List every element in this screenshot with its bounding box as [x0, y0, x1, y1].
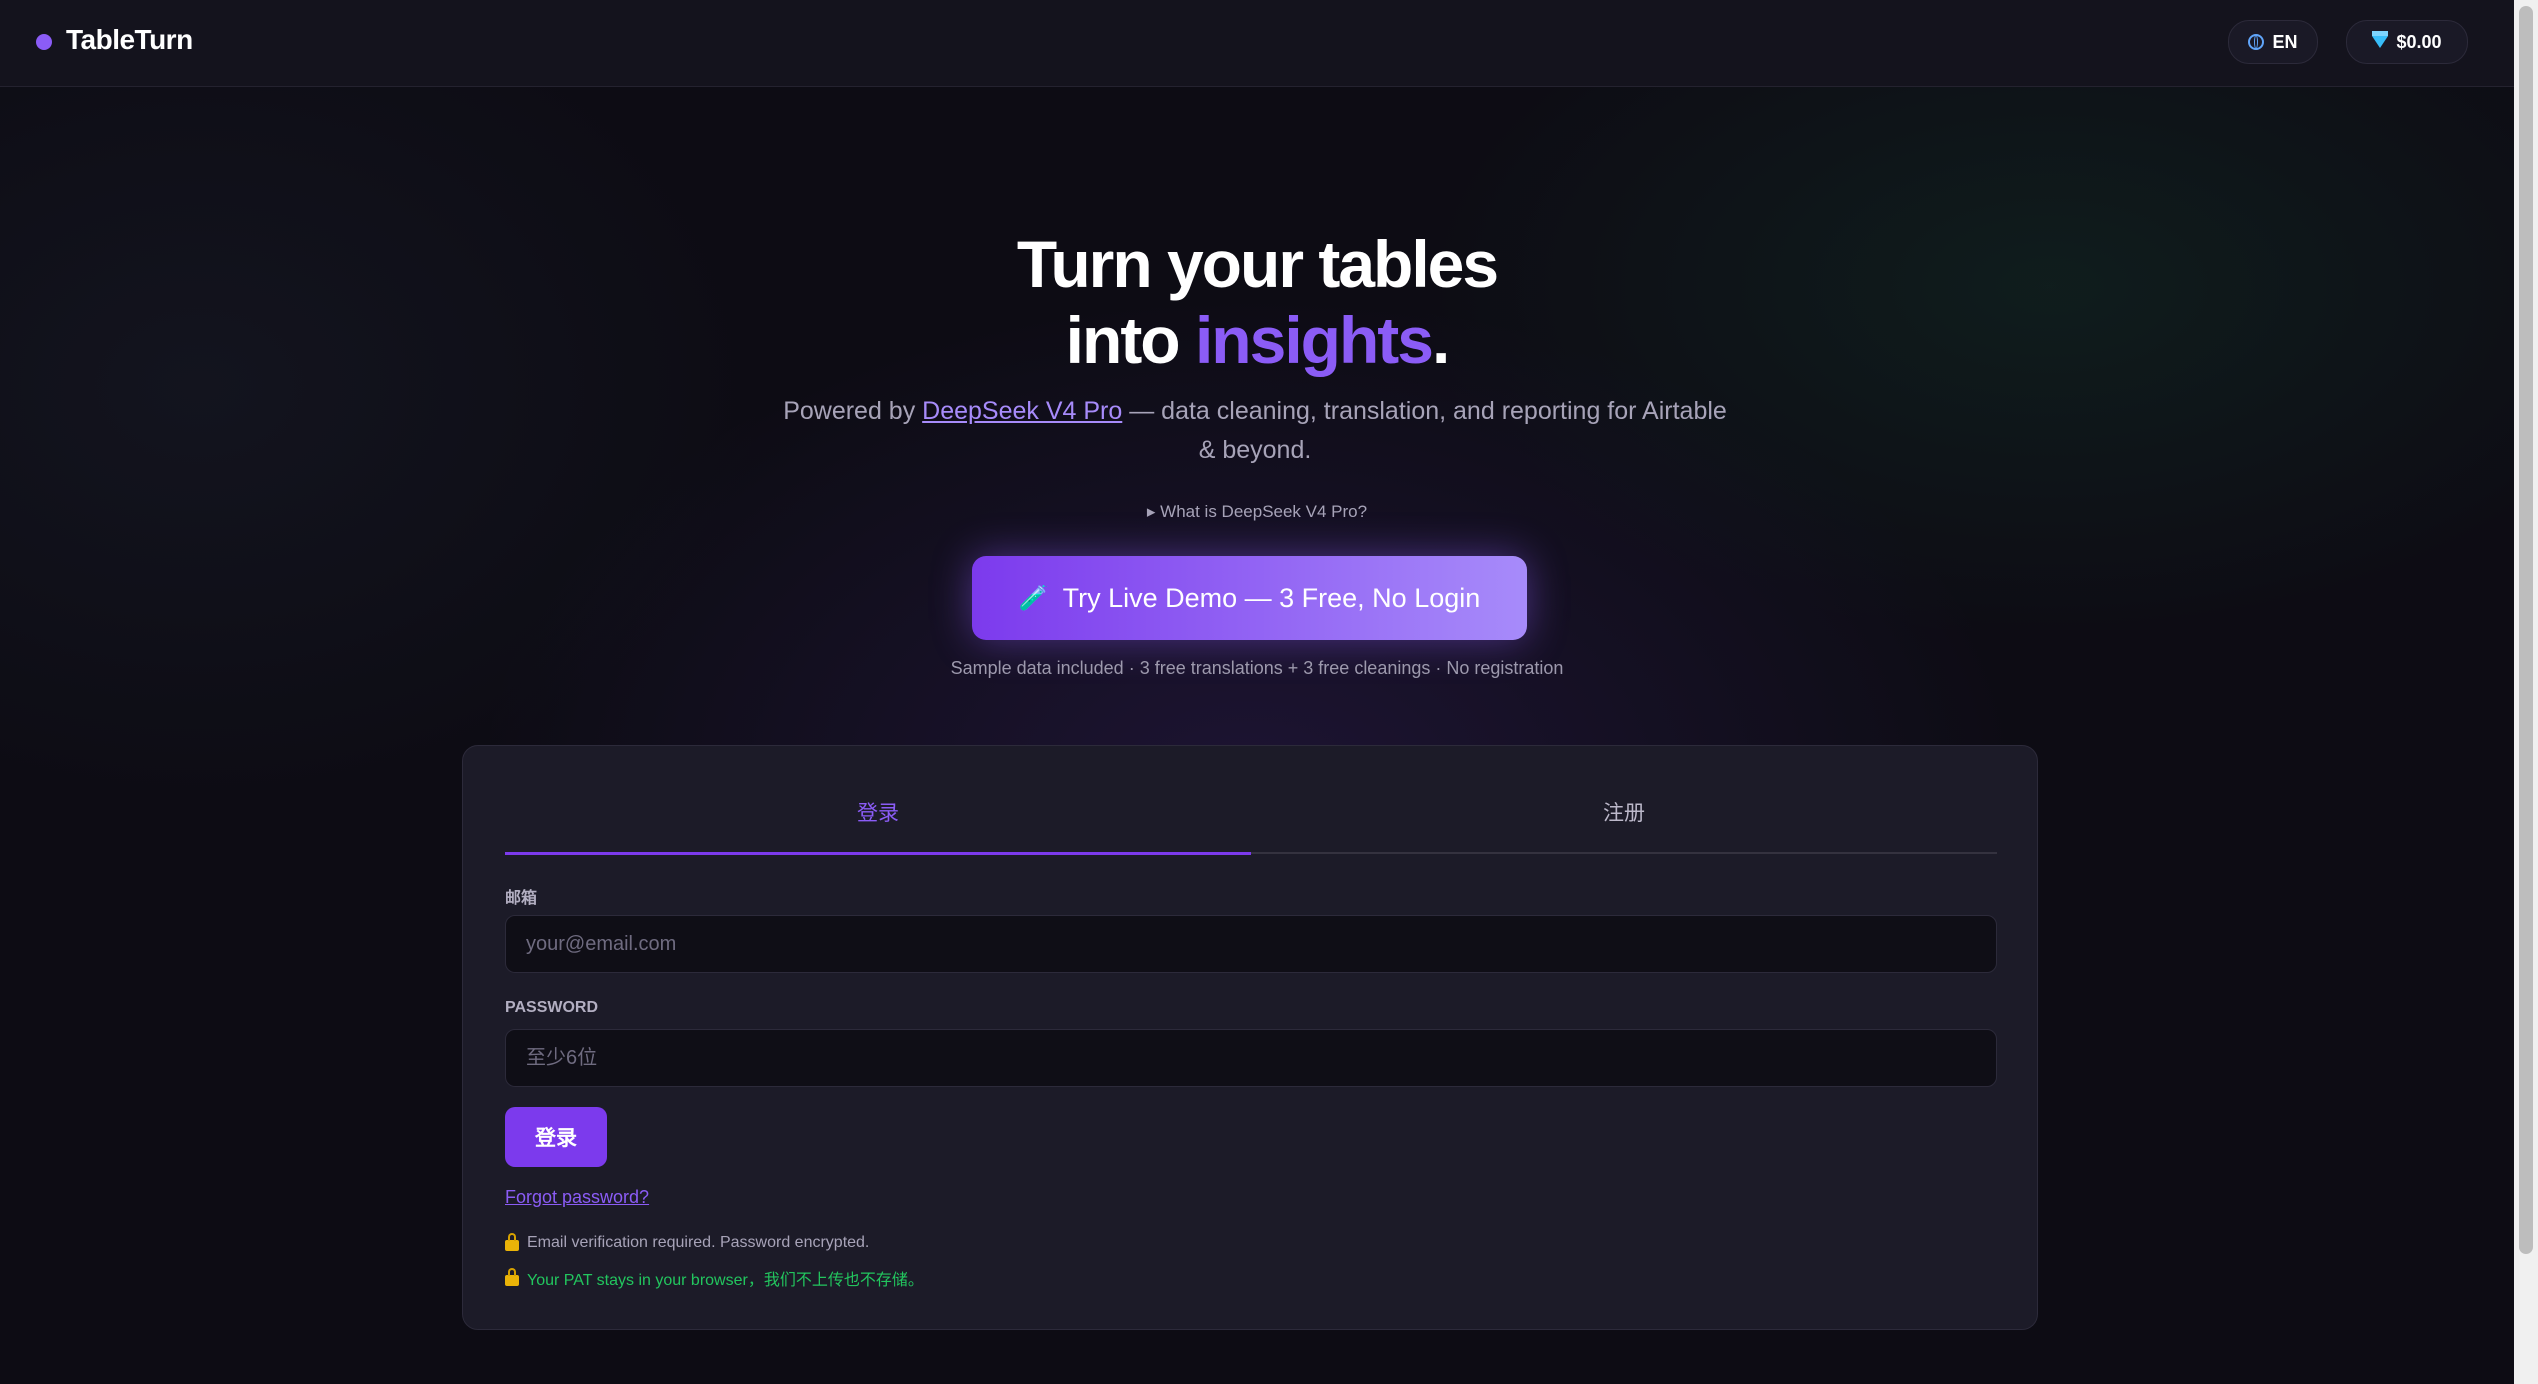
lock-icon	[505, 1267, 519, 1286]
hero-subtitle: Powered by DeepSeek V4 Pro — data cleani…	[780, 392, 1730, 470]
hero-title-accent: insights	[1194, 303, 1434, 377]
email-label: 邮箱	[505, 890, 538, 907]
hero-title-line-1: Turn your tables	[1016, 227, 1499, 301]
subtitle-prefix: Powered by	[783, 397, 923, 425]
brand-dot-icon	[36, 34, 52, 50]
what-is-deepseek-toggle[interactable]: ▸ What is DeepSeek V4 Pro?	[0, 502, 2514, 522]
balance-button[interactable]: $0.00	[2346, 20, 2468, 64]
hero-title-line-2: into insights.	[0, 302, 2514, 378]
top-nav-bar: TableTurn EN $0.00	[0, 0, 2514, 87]
forgot-password-link[interactable]: Forgot password?	[505, 1187, 649, 1208]
hero-title-prefix: into	[1065, 303, 1195, 377]
cta-label: Try Live Demo — 3 Free, No Login	[1062, 582, 1481, 613]
try-live-demo-button[interactable]: 🧪 Try Live Demo — 3 Free, No Login	[972, 556, 1527, 640]
brand-logo[interactable]: TableTurn	[66, 24, 193, 56]
lock-icon	[505, 1232, 519, 1251]
pat-privacy-text: Your PAT stays in your browser，我们不上传也不存储…	[527, 1272, 924, 1289]
gem-icon	[2372, 31, 2389, 48]
tab-login[interactable]: 登录	[505, 802, 1251, 855]
balance-amount: $0.00	[2396, 31, 2442, 52]
email-verification-text: Email verification required. Password en…	[527, 1234, 870, 1251]
pat-privacy-note: Your PAT stays in your browser，我们不上传也不存储…	[505, 1266, 924, 1290]
language-selector[interactable]: EN	[2228, 20, 2318, 64]
email-verification-note: Email verification required. Password en…	[505, 1232, 870, 1252]
auth-card: 登录 注册 邮箱 PASSWORD 登录 Forgot password? Em…	[462, 745, 2038, 1330]
deepseek-link[interactable]: DeepSeek V4 Pro	[922, 397, 1122, 425]
globe-icon	[2248, 34, 2265, 50]
test-tube-icon: 🧪	[1018, 584, 1049, 612]
password-label: PASSWORD	[505, 999, 599, 1016]
scrollbar-thumb[interactable]	[2519, 6, 2533, 1254]
tab-register[interactable]: 注册	[1251, 802, 1997, 854]
subtitle-suffix: — data cleaning, translation, and report…	[1122, 397, 1727, 464]
hero-title-suffix: .	[1431, 303, 1450, 377]
language-label: EN	[2272, 31, 2298, 52]
login-button[interactable]: 登录	[505, 1107, 607, 1167]
demo-sample-note: Sample data included · 3 free translatio…	[950, 658, 1564, 678]
password-field[interactable]	[505, 1029, 1997, 1087]
email-field[interactable]	[505, 915, 1997, 973]
